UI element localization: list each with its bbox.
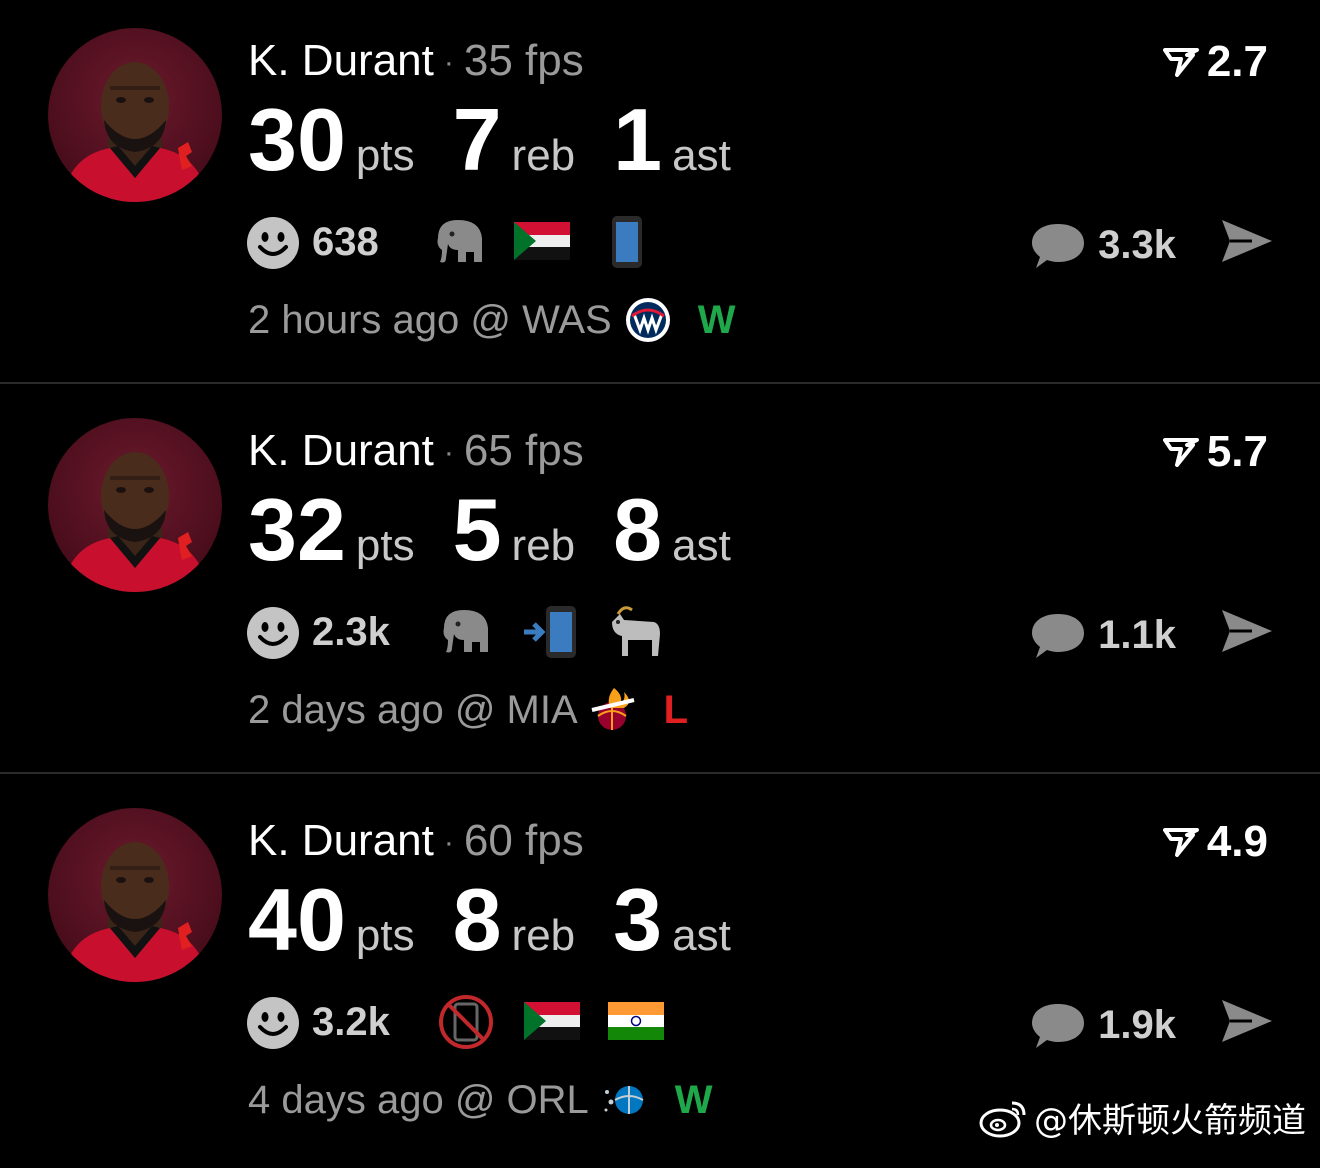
separator-dot: · bbox=[443, 46, 454, 80]
sudan-flag-icon[interactable] bbox=[524, 1002, 580, 1040]
stat-line: 40 pts 8 reb 3 ast bbox=[248, 872, 769, 968]
post-header: K. Durant · 65 fps bbox=[248, 426, 584, 478]
reactions-row: 3.2k 1.9k bbox=[246, 992, 1276, 1052]
comment-count: 3.3k bbox=[1098, 223, 1176, 267]
points-label: pts bbox=[355, 911, 415, 960]
assists-value: 1 bbox=[613, 90, 663, 189]
reaction-count[interactable]: 3.2k bbox=[312, 1000, 390, 1044]
rating: 5.7 bbox=[1162, 427, 1268, 476]
post-header: K. Durant · 35 fps bbox=[248, 36, 584, 88]
goat-icon[interactable] bbox=[606, 604, 664, 660]
assists-label: ast bbox=[672, 131, 731, 180]
post-card[interactable]: K. Durant · 35 fps 2.7 30 pts 7 reb 1 ast 638 bbox=[0, 0, 1320, 388]
comments[interactable]: 1.9k bbox=[1030, 1000, 1176, 1050]
comment-count: 1.9k bbox=[1098, 1003, 1176, 1047]
elephant-icon[interactable] bbox=[430, 214, 490, 270]
rating-icon bbox=[1162, 828, 1199, 857]
india-flag-icon[interactable] bbox=[608, 1002, 664, 1040]
game-time-opponent: 2 days ago @ MIA bbox=[248, 688, 578, 732]
phone-with-arrow-icon[interactable] bbox=[522, 604, 580, 660]
fps-value: 60 fps bbox=[463, 816, 584, 865]
assists-value: 8 bbox=[613, 480, 663, 579]
assists-label: ast bbox=[672, 521, 731, 570]
sudan-flag-icon[interactable] bbox=[514, 222, 570, 260]
fps-value: 65 fps bbox=[463, 426, 584, 475]
player-name[interactable]: K. Durant bbox=[248, 816, 434, 865]
game-result: W bbox=[697, 298, 736, 342]
rebounds-label: reb bbox=[511, 131, 576, 180]
rating: 4.9 bbox=[1162, 817, 1268, 866]
smiley-reaction-icon[interactable] bbox=[246, 216, 300, 270]
player-name[interactable]: K. Durant bbox=[248, 36, 434, 85]
fps-value: 35 fps bbox=[463, 36, 584, 85]
comment-bubble-icon bbox=[1032, 614, 1085, 658]
game-time-opponent: 4 days ago @ ORL bbox=[248, 1078, 589, 1122]
rating-value: 2.7 bbox=[1206, 37, 1268, 86]
rebounds-value: 5 bbox=[452, 480, 502, 579]
heat-logo-icon bbox=[591, 688, 635, 730]
game-info[interactable]: 4 days ago @ ORL W bbox=[248, 1076, 713, 1124]
comment-bubble-icon bbox=[1032, 224, 1085, 268]
rating: 2.7 bbox=[1162, 37, 1268, 86]
reactions-row: 2.3k 1.1k bbox=[246, 602, 1276, 662]
game-result: L bbox=[663, 688, 689, 732]
separator-dot: · bbox=[443, 436, 454, 470]
rating-value: 4.9 bbox=[1206, 817, 1268, 866]
comments[interactable]: 3.3k bbox=[1030, 220, 1176, 270]
weibo-logo-icon bbox=[979, 1101, 1026, 1137]
divider bbox=[0, 382, 1320, 384]
share-icon[interactable] bbox=[1218, 216, 1276, 266]
reactions-row: 638 3.3k bbox=[246, 212, 1276, 272]
smiley-reaction-icon[interactable] bbox=[246, 996, 300, 1050]
comment-bubble-icon bbox=[1032, 1004, 1085, 1048]
stat-line: 30 pts 7 reb 1 ast bbox=[248, 92, 769, 188]
points-label: pts bbox=[355, 521, 415, 570]
game-time-opponent: 2 hours ago @ WAS bbox=[248, 298, 612, 342]
watermark-text: @休斯顿火箭频道 bbox=[1034, 1101, 1306, 1141]
rebounds-label: reb bbox=[511, 911, 576, 960]
mobile-phone-icon[interactable] bbox=[610, 214, 644, 270]
assists-value: 3 bbox=[613, 870, 663, 969]
game-info[interactable]: 2 days ago @ MIA L bbox=[248, 686, 688, 734]
no-mobile-phones-icon[interactable] bbox=[438, 994, 494, 1050]
points-label: pts bbox=[355, 131, 415, 180]
player-avatar[interactable] bbox=[48, 418, 222, 592]
player-avatar[interactable] bbox=[48, 28, 222, 202]
assists-label: ast bbox=[672, 911, 731, 960]
rebounds-value: 8 bbox=[452, 870, 502, 969]
rating-value: 5.7 bbox=[1206, 427, 1268, 476]
elephant-icon[interactable] bbox=[436, 604, 496, 660]
post-header: K. Durant · 60 fps bbox=[248, 816, 584, 868]
share-icon[interactable] bbox=[1218, 606, 1276, 656]
watermark: @休斯顿火箭频道 bbox=[978, 1093, 1306, 1142]
rebounds-label: reb bbox=[511, 521, 576, 570]
stat-line: 32 pts 5 reb 8 ast bbox=[248, 482, 769, 578]
points-value: 32 bbox=[248, 480, 346, 579]
post-card[interactable]: K. Durant · 65 fps 5.7 32 pts 5 reb 8 ast 2.3… bbox=[0, 390, 1320, 778]
comment-count: 1.1k bbox=[1098, 613, 1176, 657]
points-value: 30 bbox=[248, 90, 346, 189]
reaction-count[interactable]: 638 bbox=[312, 220, 379, 264]
points-value: 40 bbox=[248, 870, 346, 969]
player-avatar[interactable] bbox=[48, 808, 222, 982]
separator-dot: · bbox=[443, 826, 454, 860]
rating-icon bbox=[1162, 438, 1199, 467]
rebounds-value: 7 bbox=[452, 90, 502, 189]
rating-icon bbox=[1162, 48, 1199, 77]
magic-logo-icon bbox=[604, 1086, 644, 1114]
comments[interactable]: 1.1k bbox=[1030, 610, 1176, 660]
divider bbox=[0, 772, 1320, 774]
game-result: W bbox=[674, 1078, 713, 1122]
wizards-logo-icon bbox=[625, 298, 670, 342]
smiley-reaction-icon[interactable] bbox=[246, 606, 300, 660]
reaction-count[interactable]: 2.3k bbox=[312, 610, 390, 654]
player-name[interactable]: K. Durant bbox=[248, 426, 434, 475]
game-info[interactable]: 2 hours ago @ WAS W bbox=[248, 296, 736, 344]
share-icon[interactable] bbox=[1218, 996, 1276, 1046]
